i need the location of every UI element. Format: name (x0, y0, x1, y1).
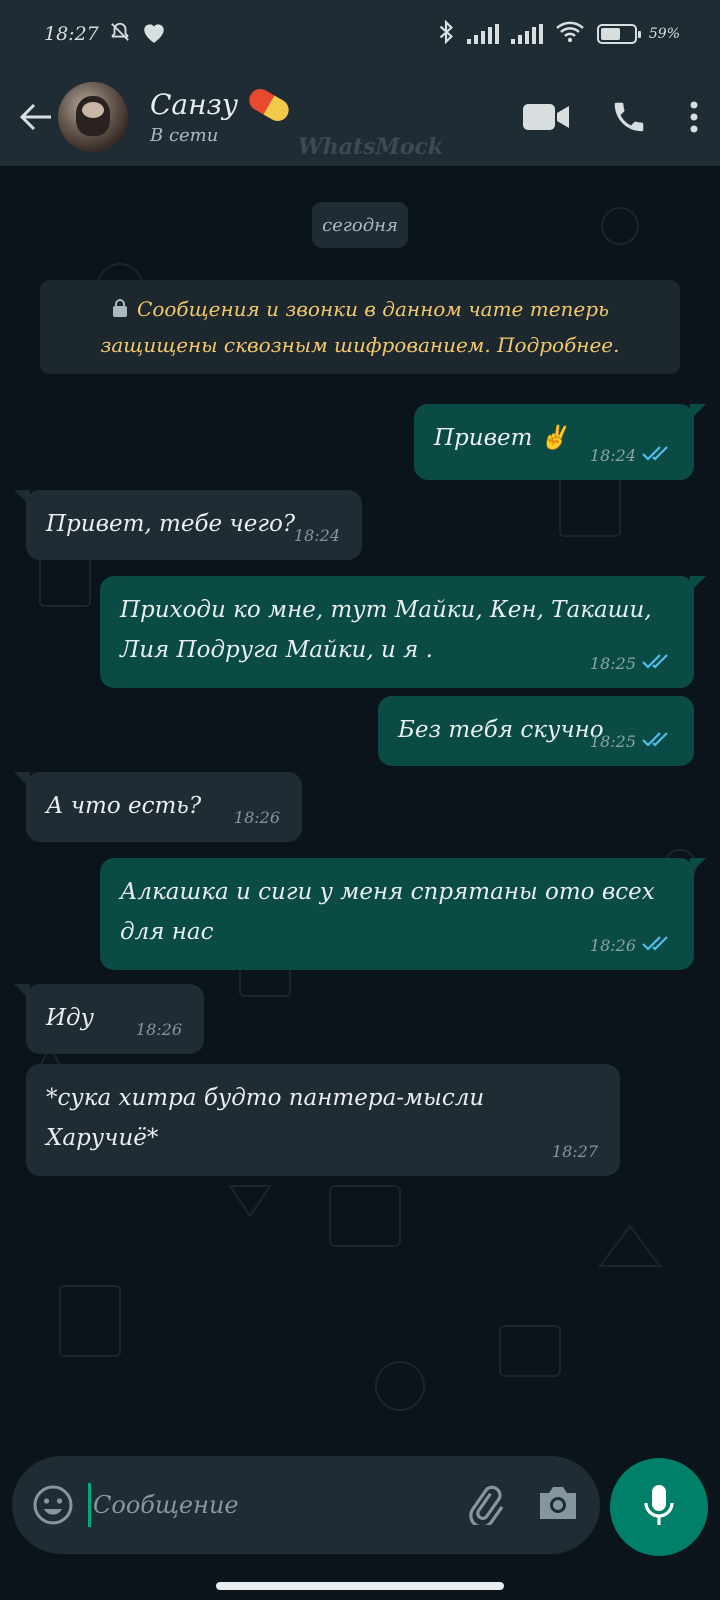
message-text: Привет, тебе чего? (46, 511, 296, 537)
encryption-notice-text: Сообщения и звонки в данном чате теперь … (100, 297, 620, 357)
signal-icon (466, 24, 499, 44)
camera-icon[interactable] (536, 1484, 580, 1526)
message-bubble-incoming[interactable]: Привет, тебе чего? 18:24 (14, 490, 362, 560)
message-time: 18:24 (293, 526, 340, 545)
double-check-icon (642, 445, 672, 466)
message-bubble-outgoing[interactable]: Привет ✌️ 18:24 (414, 404, 706, 480)
battery-icon (596, 24, 641, 44)
alarm-muted-icon (109, 21, 131, 48)
heart-icon (141, 20, 167, 49)
chat-header: Санзу В сети WhatsMock (0, 68, 720, 166)
contact-name: Санзу (150, 88, 239, 121)
avatar[interactable] (58, 82, 128, 152)
date-chip: сегодня (312, 202, 408, 248)
more-vertical-icon[interactable] (688, 100, 700, 134)
message-bubble-outgoing[interactable]: Без тебя скучно 18:25 (378, 696, 694, 766)
chat-area[interactable]: сегодня Сообщения и звонки в данном чате… (0, 166, 720, 1454)
double-check-icon (642, 731, 672, 752)
double-check-icon (642, 935, 672, 956)
double-check-icon (642, 653, 672, 674)
microphone-button[interactable] (610, 1458, 708, 1556)
message-time: 18:24 (589, 445, 636, 465)
message-text: *сука хитра будто пантера-мысли Харучиё* (46, 1085, 485, 1151)
text-cursor (88, 1483, 91, 1527)
signal-icon (510, 24, 543, 44)
watermark: WhatsMock (298, 134, 444, 160)
contact-status: В сети (150, 125, 219, 146)
message-input[interactable] (93, 1491, 423, 1519)
wifi-icon (555, 21, 585, 48)
pill-emoji (245, 84, 293, 125)
message-text: А что есть? (46, 793, 202, 819)
message-bubble-outgoing[interactable]: Алкашка и сиги у меня спрятаны ото всех … (100, 858, 706, 970)
contact-info[interactable]: Санзу В сети (150, 84, 293, 146)
home-indicator[interactable] (216, 1582, 504, 1590)
message-time: 18:25 (589, 653, 636, 673)
status-time: 18:27 (44, 23, 99, 45)
bluetooth-icon (437, 19, 455, 49)
status-bar: 18:27 59% (0, 0, 720, 68)
message-text: Алкашка и сиги у меня спрятаны ото всех … (120, 879, 655, 945)
message-bubble-incoming[interactable]: А что есть? 18:26 (14, 772, 302, 842)
message-composer (12, 1456, 600, 1554)
emoji-icon[interactable] (32, 1484, 74, 1526)
message-bubble-incoming[interactable]: Иду 18:26 (14, 984, 204, 1054)
battery-percent: 59% (648, 26, 680, 42)
lock-icon (111, 294, 129, 328)
message-time: 18:27 (551, 1142, 598, 1161)
video-camera-icon[interactable] (522, 101, 570, 133)
microphone-icon (642, 1483, 676, 1531)
phone-icon[interactable] (610, 98, 648, 136)
paperclip-icon[interactable] (462, 1481, 506, 1529)
message-time: 18:25 (589, 731, 636, 751)
message-bubble-incoming[interactable]: *сука хитра будто пантера-мысли Харучиё*… (26, 1064, 620, 1176)
message-text: Привет ✌️ (434, 425, 569, 451)
message-time: 18:26 (589, 935, 636, 955)
message-text: Без тебя скучно (398, 717, 604, 743)
encryption-notice[interactable]: Сообщения и звонки в данном чате теперь … (40, 280, 680, 374)
message-bubble-outgoing[interactable]: Приходи ко мне, тут Майки, Кен, Такаши, … (100, 576, 706, 688)
message-time: 18:26 (233, 808, 280, 827)
message-text: Иду (46, 1005, 94, 1031)
message-text: Приходи ко мне, тут Майки, Кен, Такаши, … (120, 597, 652, 663)
arrow-left-icon[interactable] (18, 99, 54, 135)
message-time: 18:26 (135, 1020, 182, 1039)
